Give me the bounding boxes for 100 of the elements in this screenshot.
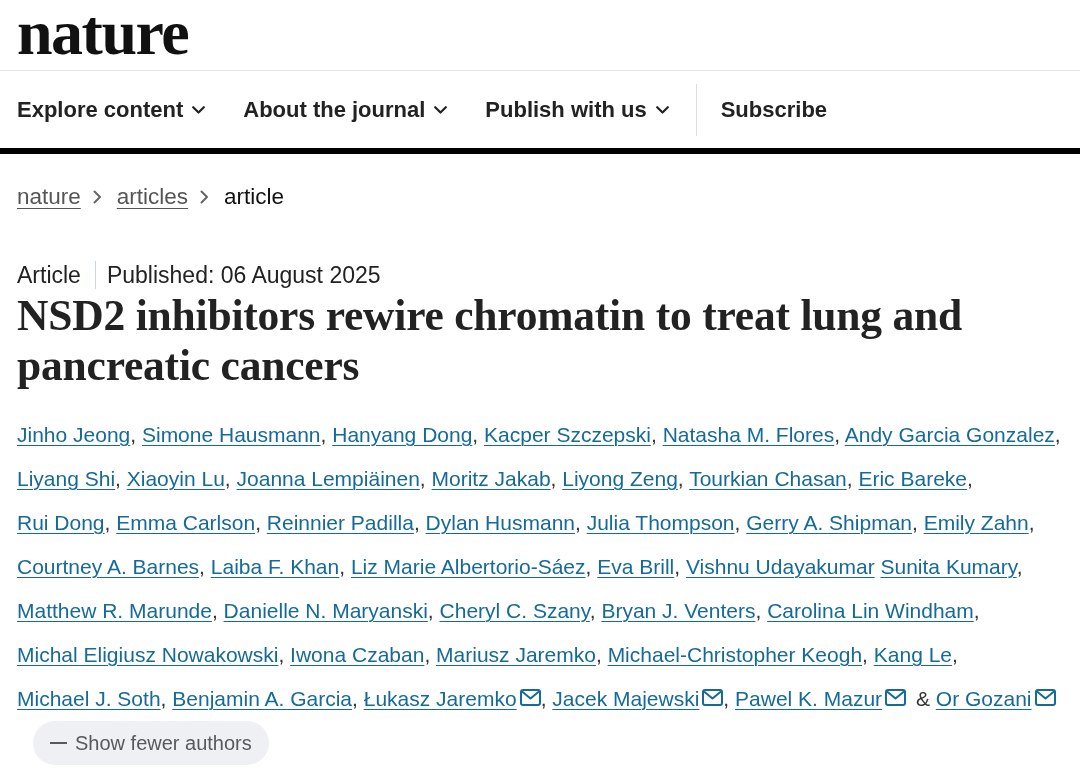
author-link[interactable]: Xiaoyin Lu bbox=[126, 467, 225, 490]
author-link[interactable]: Rui Dong bbox=[17, 511, 105, 534]
author-link[interactable]: Łukasz Jaremko bbox=[363, 687, 517, 710]
author-link[interactable]: Liyang Shi bbox=[17, 467, 116, 490]
author-link[interactable]: Iwona Czaban bbox=[290, 643, 425, 666]
author-separator: , bbox=[419, 467, 426, 490]
author-separator: , bbox=[199, 555, 205, 578]
published-date: Published: 06 August 2025 bbox=[106, 260, 381, 290]
author-separator: , bbox=[1028, 511, 1035, 534]
breadcrumb-current: article bbox=[224, 183, 285, 212]
author-separator: , bbox=[973, 599, 980, 622]
nav-menu-button[interactable]: Explore content bbox=[17, 83, 206, 136]
article-title: NSD2 inhibitors rewire chromatin to treat lung and pancreatic cancers bbox=[17, 290, 964, 390]
mail-icon[interactable] bbox=[702, 689, 724, 706]
author-link[interactable]: Joanna Lempiäinen bbox=[236, 467, 420, 490]
author-separator: , bbox=[352, 687, 358, 710]
author-link[interactable]: Julia Thompson bbox=[586, 511, 735, 534]
breadcrumb-link[interactable]: nature bbox=[17, 180, 81, 214]
author-separator: , bbox=[104, 511, 111, 534]
author-separator: , bbox=[834, 423, 841, 446]
author-separator: & bbox=[915, 687, 930, 710]
chevron-right-icon bbox=[92, 190, 102, 204]
author-separator: , bbox=[278, 643, 285, 666]
mail-icon[interactable] bbox=[519, 689, 541, 706]
author-separator: , bbox=[595, 643, 602, 666]
author-separator: , bbox=[472, 423, 479, 446]
author-link[interactable]: Hanyang Dong bbox=[332, 423, 473, 446]
author-link[interactable]: Eva Brill bbox=[597, 555, 675, 578]
author-separator: , bbox=[540, 687, 547, 710]
author-separator: , bbox=[650, 423, 657, 446]
author-link[interactable]: Moritz Jakab bbox=[431, 467, 551, 490]
author-separator: , bbox=[1054, 423, 1061, 446]
author-link[interactable]: Emily Zahn bbox=[923, 511, 1029, 534]
site-logo[interactable]: nature bbox=[17, 1, 189, 65]
author-link[interactable]: Eric Bareke bbox=[858, 467, 967, 490]
author-separator: , bbox=[585, 555, 592, 578]
author-link[interactable]: Liz Marie Albertorio-Sáez bbox=[350, 555, 586, 578]
author-link[interactable]: Liyong Zeng bbox=[562, 467, 678, 490]
author-link[interactable]: Mariusz Jaremko bbox=[436, 643, 596, 666]
author-link[interactable]: Natasha M. Flores bbox=[662, 423, 835, 446]
author-link[interactable]: Michal Eligiusz Nowakowski bbox=[17, 643, 279, 666]
author-separator: , bbox=[224, 467, 231, 490]
author-separator: , bbox=[427, 599, 434, 622]
breadcrumb-link[interactable]: articles bbox=[116, 180, 189, 214]
author-link[interactable]: Michael-Christopher Keogh bbox=[607, 643, 863, 666]
mail-icon[interactable] bbox=[1034, 689, 1056, 706]
author-link[interactable]: Kang Le bbox=[873, 643, 953, 666]
author-separator: , bbox=[413, 511, 420, 534]
author-link[interactable]: Danielle N. Maryanski bbox=[223, 599, 428, 622]
author-link[interactable]: Cheryl C. Szany bbox=[439, 599, 590, 622]
author-separator: , bbox=[211, 599, 218, 622]
author-link[interactable]: Dylan Husmann bbox=[425, 511, 575, 534]
author-link[interactable]: Jinho Jeong bbox=[17, 423, 131, 446]
author-link[interactable]: Or Gozani bbox=[935, 687, 1032, 710]
chevron-right-icon bbox=[200, 190, 210, 204]
nav-link[interactable]: Subscribe bbox=[720, 83, 828, 136]
author-separator: , bbox=[160, 687, 167, 710]
author-separator: , bbox=[677, 467, 684, 490]
author-separator: , bbox=[115, 467, 121, 490]
author-link[interactable]: Sunita Kumary bbox=[880, 555, 1017, 578]
author-separator: , bbox=[862, 643, 868, 666]
author-link[interactable]: Courtney A. Barnes bbox=[17, 555, 200, 578]
author-link[interactable]: Reinnier Padilla bbox=[266, 511, 414, 534]
author-link[interactable]: Pawel K. Mazur bbox=[735, 687, 883, 710]
author-link[interactable]: Carolina Lin Windham bbox=[767, 599, 974, 622]
author-link[interactable]: Laiba F. Khan bbox=[210, 555, 340, 578]
article-type-label: Article bbox=[17, 260, 81, 290]
author-separator: , bbox=[320, 423, 327, 446]
chevron-down-icon bbox=[434, 105, 448, 114]
author-separator: , bbox=[734, 511, 741, 534]
author-separator: , bbox=[424, 643, 431, 666]
author-link[interactable]: Jacek Majewski bbox=[552, 687, 700, 710]
mail-icon[interactable] bbox=[885, 689, 907, 706]
author-separator: , bbox=[952, 643, 958, 666]
nav-menu-button[interactable]: About the journal bbox=[243, 83, 448, 136]
toggle-authors-button[interactable]: Show fewer authors bbox=[33, 721, 269, 765]
author-separator: , bbox=[755, 599, 762, 622]
author-link[interactable]: Tourkian Chasan bbox=[689, 467, 847, 490]
chevron-down-icon bbox=[655, 105, 669, 114]
author-separator: , bbox=[912, 511, 918, 534]
author-link[interactable]: Vishnu Udayakumar bbox=[685, 555, 875, 578]
author-separator: , bbox=[674, 555, 681, 578]
author-separator: , bbox=[550, 467, 557, 490]
author-separator: , bbox=[723, 687, 730, 710]
author-link[interactable]: Andy Garcia Gonzalez bbox=[844, 423, 1055, 446]
author-link[interactable]: Kacper Szczepski bbox=[484, 423, 651, 446]
author-link[interactable]: Michael J. Soth bbox=[17, 687, 161, 710]
author-separator: , bbox=[575, 511, 581, 534]
author-link[interactable]: Simone Hausmann bbox=[141, 423, 321, 446]
nav-menu-button[interactable]: Publish with us bbox=[485, 83, 669, 136]
author-link[interactable]: Matthew R. Marunde bbox=[17, 599, 212, 622]
author-separator: , bbox=[130, 423, 137, 446]
chevron-down-icon bbox=[192, 105, 206, 114]
author-link[interactable]: Emma Carlson bbox=[116, 511, 256, 534]
author-separator: , bbox=[339, 555, 346, 578]
author-separator: , bbox=[846, 467, 853, 490]
author-link[interactable]: Gerry A. Shipman bbox=[746, 511, 912, 534]
author-separator: , bbox=[967, 467, 973, 490]
author-link[interactable]: Benjamin A. Garcia bbox=[172, 687, 353, 710]
author-link[interactable]: Bryan J. Venters bbox=[601, 599, 756, 622]
